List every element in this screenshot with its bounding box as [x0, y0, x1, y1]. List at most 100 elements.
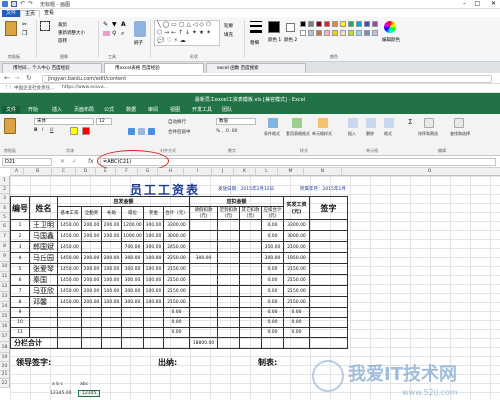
table-cell[interactable]: 2150.00 [163, 285, 190, 297]
row-header[interactable]: 13 [0, 292, 10, 302]
table-cell[interactable]: 0.00 [163, 317, 190, 328]
color2-swatch[interactable] [286, 23, 295, 32]
table-cell[interactable]: 200.00 [81, 296, 102, 308]
table-cell[interactable]: 300.00 [143, 219, 164, 231]
table-cell[interactable]: 9 [10, 307, 30, 318]
bold-button[interactable]: B [34, 128, 37, 133]
table-cell[interactable] [217, 263, 240, 275]
row-header[interactable]: 3 [0, 194, 10, 204]
color-swatch[interactable] [324, 30, 330, 36]
table-cell[interactable]: 3 [10, 241, 30, 253]
sign-cell[interactable] [309, 230, 348, 242]
table-cell[interactable]: 1450.00 [57, 274, 82, 286]
color-swatch[interactable] [348, 21, 354, 27]
sort-filter-label[interactable]: 排序和筛选 [418, 131, 438, 137]
table-cell[interactable] [143, 327, 164, 338]
paste-icon[interactable] [5, 21, 17, 36]
excel-tab-developer[interactable]: 开发工具 [192, 106, 212, 113]
table-cell[interactable]: 100.00 [101, 263, 122, 275]
table-cell[interactable] [57, 307, 82, 318]
table-format-label[interactable]: 套用表格格式 [286, 131, 310, 137]
column-header[interactable]: I [184, 168, 212, 176]
text-icon[interactable]: A [121, 21, 126, 28]
table-cell[interactable]: 0.00 [163, 307, 190, 318]
excel-tab-view[interactable]: 视图 [170, 106, 180, 113]
table-cell[interactable] [239, 219, 262, 231]
merge-center-button[interactable]: 合并后居中 [168, 129, 191, 135]
table-cell[interactable]: 300.00 [189, 252, 218, 264]
table-cell[interactable] [217, 327, 240, 338]
table-cell[interactable]: 6 [10, 274, 30, 286]
sign-cell[interactable] [309, 327, 348, 338]
cell-12345-selected[interactable]: 12345 [78, 390, 101, 397]
align-center-icon[interactable] [138, 128, 145, 135]
table-cell[interactable]: 秦国 [29, 274, 58, 286]
table-cell[interactable]: 1 [10, 219, 30, 231]
fill-color-icon[interactable] [70, 127, 78, 135]
sign-cell[interactable] [309, 252, 348, 264]
table-cell[interactable] [189, 219, 218, 231]
italic-button[interactable]: I [42, 128, 43, 133]
url-input[interactable]: jingyan.baidu.com/edit/content [42, 75, 492, 83]
table-cell[interactable]: 马亚欣 [29, 285, 58, 297]
size-label[interactable]: 粗细 [250, 40, 259, 46]
excel-tab-insert[interactable]: 插入 [52, 106, 62, 113]
size-icon[interactable] [250, 21, 262, 37]
eraser-icon[interactable] [103, 31, 110, 36]
shapes-gallery[interactable]: ╲ ◯ ▭ ▢ △ ◁ ◇ ⬠ ⬡ → ← ↑ ↓ ✦ ★ ✶ 💬 ♡ ⚡ ☁ [154, 20, 220, 46]
table-cell[interactable] [81, 241, 102, 253]
column-header[interactable]: E [96, 168, 116, 176]
row-header[interactable]: 4 [0, 204, 10, 213]
table-cell[interactable]: 100.00 [143, 285, 164, 297]
sign-cell[interactable] [309, 317, 348, 328]
table-cell[interactable]: 4 [10, 252, 30, 264]
table-cell[interactable] [239, 252, 262, 264]
format-cells-icon[interactable] [384, 118, 394, 128]
row-header[interactable]: 14 [0, 302, 10, 312]
table-cell[interactable]: 100.00 [143, 296, 164, 308]
table-cell[interactable]: 300.00 [121, 252, 144, 264]
table-cell[interactable]: 0.00 [261, 285, 284, 297]
font-name-select[interactable]: 宋体 [34, 118, 94, 125]
align-right-icon[interactable] [148, 128, 155, 135]
maximize-button[interactable]: □ [474, 0, 480, 7]
table-cell[interactable] [217, 219, 240, 231]
table-cell[interactable]: 2150.00 [283, 285, 310, 297]
table-cell[interactable]: 3000.00 [283, 230, 310, 242]
color-swatch[interactable] [348, 30, 354, 36]
table-cell[interactable]: 2150.00 [283, 263, 310, 275]
insert-label[interactable]: 插入 [348, 131, 356, 137]
rotate-label[interactable]: 旋转 [58, 38, 67, 44]
row-header[interactable]: 10 [0, 262, 10, 272]
color-swatch[interactable] [372, 21, 378, 27]
fx-icon[interactable]: fx [88, 158, 94, 165]
cell-a-b-c[interactable]: a b c [52, 382, 63, 387]
fill-label[interactable]: 填充 [224, 32, 233, 38]
color-swatch[interactable] [364, 21, 370, 27]
column-header[interactable]: B [24, 168, 52, 176]
column-header[interactable]: O [342, 168, 500, 176]
table-cell[interactable]: 邓馨 [29, 296, 58, 308]
table-cell[interactable]: 0.00 [261, 307, 284, 318]
color1-swatch[interactable] [268, 21, 280, 33]
autosum-button[interactable]: Σ [408, 118, 412, 126]
color-swatch[interactable] [316, 30, 322, 36]
cut-icon[interactable]: ✂ [22, 21, 27, 28]
cancel-icon[interactable]: ✕ [60, 158, 65, 165]
table-cell[interactable] [217, 230, 240, 242]
row-header[interactable]: 18 [0, 342, 10, 353]
row-header[interactable]: 5 [0, 213, 10, 222]
table-cell[interactable]: 1950.00 [283, 252, 310, 264]
table-cell[interactable]: 200.00 [81, 285, 102, 297]
table-cell[interactable]: 0.00 [283, 307, 310, 318]
row-header[interactable]: 16 [0, 322, 10, 332]
table-cell[interactable]: 2150.00 [163, 263, 190, 275]
table-cell[interactable] [239, 327, 262, 338]
table-cell[interactable] [29, 317, 58, 328]
table-cell[interactable] [81, 307, 102, 318]
insert-cells-icon[interactable] [348, 118, 358, 128]
sign-cell[interactable] [309, 296, 348, 308]
column-header[interactable]: K [234, 168, 256, 176]
table-cell[interactable]: 3300.00 [163, 219, 190, 231]
find-select-icon[interactable] [454, 118, 464, 128]
